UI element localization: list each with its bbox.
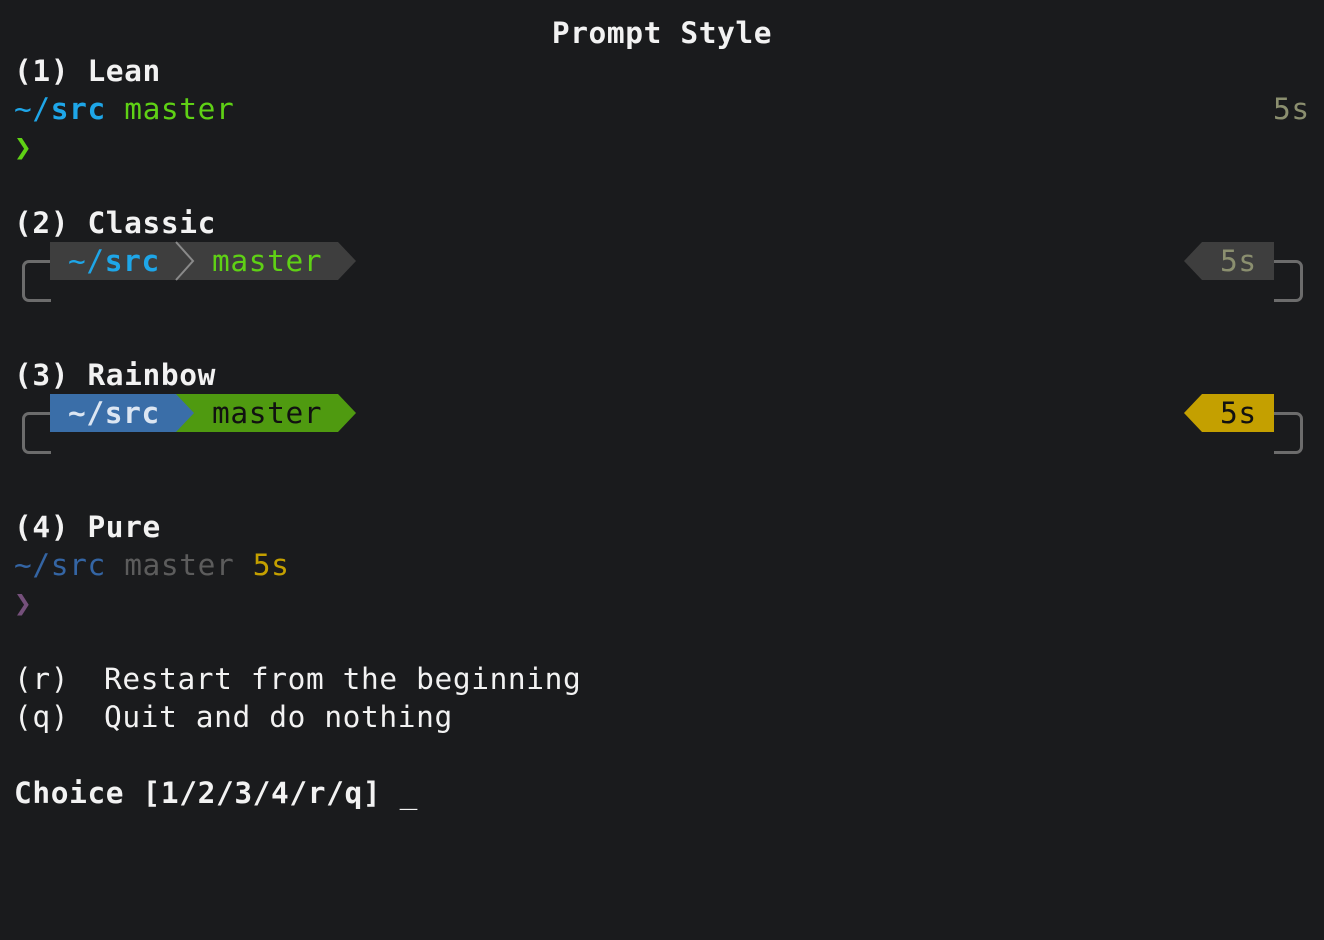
pure-duration: 5s [252, 548, 290, 582]
classic-branch: master [212, 244, 323, 278]
quit-key: (q) [14, 700, 70, 734]
rainbow-segments-bg [50, 394, 1274, 432]
lean-dir-prefix: ~/ [14, 92, 51, 126]
rainbow-duration: 5s [1220, 396, 1257, 430]
restart-label: Restart from the beginning [104, 662, 582, 696]
lean-prompt-char: ❯ [14, 130, 33, 164]
classic-duration: 5s [1220, 244, 1257, 278]
quit-label: Quit and do nothing [104, 700, 453, 734]
rainbow-dir: ~/src [68, 396, 160, 430]
option-classic-label: (2) Classic [14, 206, 216, 240]
classic-dir: ~/src [68, 244, 160, 278]
option-lean-label: (1) Lean [14, 54, 161, 88]
classic-segments-bg [50, 241, 1274, 281]
option-pure-label: (4) Pure [14, 510, 161, 544]
lean-dir-name: src [50, 92, 106, 126]
restart-key: (r) [14, 662, 70, 696]
cursor[interactable]: _ [400, 776, 418, 810]
lean-branch: master [124, 92, 235, 126]
pure-branch: master [124, 548, 235, 582]
choice-prompt: Choice [1/2/3/4/r/q] [14, 776, 382, 810]
pure-prompt-char: ❯ [14, 586, 33, 620]
page-title: Prompt Style [551, 16, 773, 50]
rainbow-branch: master [212, 396, 323, 430]
choice-prompt-line[interactable]: Choice [1/2/3/4/r/q] _ [14, 774, 418, 812]
lean-duration: 5s [1273, 92, 1310, 126]
lean-prompt-line: ~/src master [14, 90, 234, 128]
pure-dir: ~/src [14, 548, 106, 582]
option-rainbow-label: (3) Rainbow [14, 358, 216, 392]
pure-prompt-line: ~/src master 5s [14, 546, 289, 584]
